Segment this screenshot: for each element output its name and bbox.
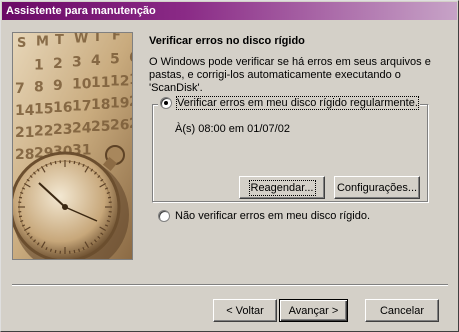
next-button[interactable]: Avançar > xyxy=(279,299,348,322)
calendar-date: 14 xyxy=(15,103,35,119)
calendar-date: 16 xyxy=(53,100,72,116)
window-title: Assistente para manutenção xyxy=(6,5,156,17)
calendar-date: 27 xyxy=(129,116,132,132)
title-bar[interactable]: Assistente para manutenção xyxy=(2,2,457,20)
radio-checked-icon[interactable] xyxy=(160,97,172,109)
calendar-day-header: T xyxy=(55,33,64,48)
calendar-date: 28 xyxy=(15,147,34,163)
calendar-date: 11 xyxy=(91,75,110,91)
calendar-date: 15 xyxy=(34,102,53,118)
calendar-date: 2 xyxy=(53,56,63,72)
schedule-text: À(s) 08:00 em 01/07/02 xyxy=(175,123,290,135)
calendar-day-header: S xyxy=(17,36,26,51)
calendar-date: 13 xyxy=(129,72,132,88)
option-do-not-check[interactable]: Não verificar erros em meu disco rígido. xyxy=(158,210,373,222)
watch-tick xyxy=(18,215,23,218)
calendar-date: 24 xyxy=(72,121,92,137)
calendar-date: 19 xyxy=(110,96,129,112)
calendar-day-header: W xyxy=(74,33,88,47)
calendar-date: 20 xyxy=(129,94,132,110)
reschedule-button-label: Reagendar... xyxy=(248,179,316,196)
cancel-button[interactable]: Cancelar xyxy=(365,299,439,322)
page-heading: Verificar erros no disco rígido xyxy=(149,35,305,47)
reschedule-button[interactable]: Reagendar... xyxy=(239,176,325,199)
calendar-date: 5 xyxy=(110,52,120,68)
back-button[interactable]: < Voltar xyxy=(213,299,277,322)
calendar-date: 3 xyxy=(72,55,82,71)
calendar-date: 10 xyxy=(72,77,92,93)
calendar-date: 22 xyxy=(34,124,53,140)
watch-tick xyxy=(107,196,112,199)
watch-tick xyxy=(54,249,57,254)
settings-button-label: Configurações... xyxy=(336,181,418,194)
calendar-date: 17 xyxy=(72,99,91,115)
calendar-date: 26 xyxy=(110,118,129,134)
illustration-svg: SMTWTFS123456789101112131415161718192021… xyxy=(13,33,132,259)
calendar-date: 6 xyxy=(129,50,132,66)
calendar-date: 12 xyxy=(110,74,129,90)
footer-separator xyxy=(12,284,448,286)
option-check-regularly-label[interactable]: Verificar erros em meu disco rígido regu… xyxy=(176,96,419,110)
maintenance-wizard-window: Assistente para manutenção SMTWTFS123456… xyxy=(0,0,459,332)
calendar-date: 9 xyxy=(53,78,63,94)
watch-tick xyxy=(54,160,57,165)
watch-tick xyxy=(73,160,76,165)
page-description: O Windows pode verificar se há erros em … xyxy=(149,56,431,94)
calendar-date: 25 xyxy=(91,119,110,135)
cancel-button-label: Cancelar xyxy=(379,304,425,317)
calendar-date: 8 xyxy=(34,80,44,96)
next-button-label: Avançar > xyxy=(288,304,339,317)
calendar-date: 21 xyxy=(15,125,34,141)
calendar-date: 23 xyxy=(53,122,72,138)
calendar-stopwatch-illustration: SMTWTFS123456789101112131415161718192021… xyxy=(12,32,133,260)
option-do-not-check-label[interactable]: Não verificar erros em meu disco rígido. xyxy=(175,210,370,222)
calendar-date: 4 xyxy=(91,53,101,69)
watch-tick xyxy=(107,215,112,218)
calendar-day-header: M xyxy=(36,35,49,50)
back-button-label: < Voltar xyxy=(226,304,264,317)
radio-unchecked-icon[interactable] xyxy=(158,210,170,222)
watch-tick xyxy=(18,196,23,199)
option-check-regularly[interactable]: Verificar erros em meu disco rígido regu… xyxy=(158,96,420,110)
calendar-date: 7 xyxy=(15,81,25,97)
calendar-day-header: S xyxy=(131,33,132,42)
watch-tick xyxy=(73,249,76,254)
settings-button[interactable]: Configurações... xyxy=(334,176,420,199)
calendar-date: 1 xyxy=(34,58,44,74)
calendar-day-header: F xyxy=(112,33,121,44)
calendar-day-header: T xyxy=(93,33,102,45)
calendar-date: 18 xyxy=(91,97,110,113)
